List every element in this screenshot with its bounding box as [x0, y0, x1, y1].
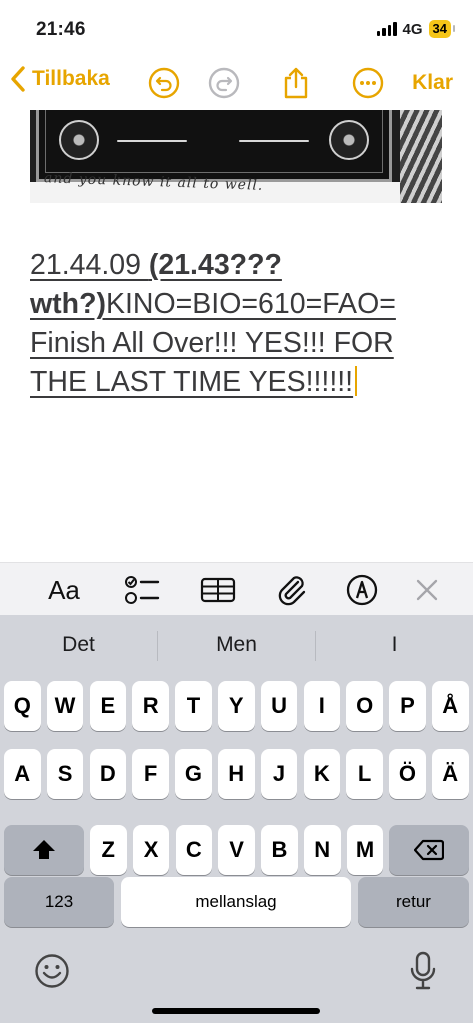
key-row2-6[interactable]: J	[260, 749, 298, 799]
undo-button[interactable]	[147, 66, 181, 100]
table-icon	[200, 577, 236, 603]
key-row1-2[interactable]: E	[89, 681, 127, 731]
key-row2-7[interactable]: K	[303, 749, 341, 799]
key-row3-1[interactable]: X	[132, 825, 170, 875]
backspace-icon	[414, 839, 444, 861]
key-row2-1[interactable]: S	[46, 749, 84, 799]
paperclip-icon	[278, 576, 306, 606]
checklist-button[interactable]	[122, 573, 162, 607]
dictation-button[interactable]	[410, 951, 436, 996]
key-row2-8[interactable]: L	[346, 749, 383, 799]
backspace-key[interactable]	[389, 825, 469, 875]
table-button[interactable]	[198, 573, 238, 607]
skull-ornament-left	[59, 120, 99, 160]
key-row3-0[interactable]: Z	[90, 825, 127, 875]
key-row2-5[interactable]: H	[218, 749, 255, 799]
note-body[interactable]: 21.44.09 (21.43??? wth?)KINO=BIO=610=FAO…	[30, 246, 450, 402]
share-icon	[284, 67, 308, 99]
return-key[interactable]: retur	[358, 877, 469, 927]
microphone-icon	[410, 951, 436, 990]
chevron-left-icon	[11, 66, 25, 92]
more-icon	[352, 67, 384, 99]
numbers-key[interactable]: 123	[4, 877, 114, 927]
key-row1-9[interactable]: P	[389, 681, 426, 731]
key-row2-4[interactable]: G	[175, 749, 212, 799]
battery-indicator: 34	[428, 20, 456, 38]
key-row2-9[interactable]: Ö	[389, 749, 426, 799]
key-row1-1[interactable]: W	[46, 681, 84, 731]
key-row1-3[interactable]: R	[132, 681, 169, 731]
share-button[interactable]	[279, 66, 313, 100]
suggestion-1[interactable]: Det	[0, 633, 157, 657]
text-format-button[interactable]: Aa	[42, 573, 86, 607]
done-button[interactable]: Klar	[412, 71, 453, 95]
suggestion-2[interactable]: Men	[158, 633, 315, 657]
shift-key[interactable]	[4, 825, 84, 875]
key-row2-0[interactable]: A	[4, 749, 41, 799]
back-button[interactable]: Tillbaka	[10, 66, 110, 92]
key-row1-4[interactable]: T	[175, 681, 212, 731]
key-row3-5[interactable]: N	[304, 825, 341, 875]
status-bar: 21:46 4G 34	[0, 0, 473, 58]
undo-icon	[148, 67, 180, 99]
note-timestamp: 21.44.09	[30, 249, 149, 281]
format-toolbar: Aa	[0, 562, 473, 615]
emoji-icon	[35, 954, 69, 988]
flourish-left	[117, 140, 187, 142]
key-row3-2[interactable]: C	[175, 825, 213, 875]
redo-button[interactable]	[207, 66, 241, 100]
image-striped-edge	[400, 110, 442, 203]
redo-icon	[208, 67, 240, 99]
key-row1-7[interactable]: I	[303, 681, 341, 731]
close-toolbar-button[interactable]	[412, 573, 442, 607]
key-row3-3[interactable]: V	[218, 825, 255, 875]
more-button[interactable]	[351, 66, 385, 100]
key-row2-3[interactable]: F	[132, 749, 169, 799]
markup-pen-icon	[346, 574, 378, 606]
flourish-right	[239, 140, 309, 142]
key-row2-2[interactable]: D	[89, 749, 127, 799]
checklist-icon	[125, 576, 160, 604]
attachment-button[interactable]	[272, 573, 312, 607]
key-row3-4[interactable]: B	[261, 825, 298, 875]
key-row1-6[interactable]: U	[260, 681, 298, 731]
cellular-signal-icon	[376, 22, 397, 36]
key-row3-6[interactable]: M	[346, 825, 384, 875]
home-indicator	[152, 1008, 320, 1014]
emoji-button[interactable]	[34, 953, 70, 994]
key-row1-8[interactable]: O	[346, 681, 383, 731]
close-icon	[416, 579, 438, 601]
shift-icon	[33, 840, 55, 859]
skull-ornament-right	[329, 120, 369, 160]
back-label: Tillbaka	[32, 67, 110, 90]
text-cursor	[355, 366, 358, 396]
predictive-bar: Det Men I	[0, 615, 473, 677]
space-key[interactable]: mellanslag	[121, 877, 351, 927]
status-time: 21:46	[36, 19, 86, 40]
markup-button[interactable]	[344, 573, 380, 607]
key-row1-0[interactable]: Q	[4, 681, 41, 731]
keyboard: Det Men I QWERTYUIOPÅ ASDFGHJKLÖÄ ZXCVBN…	[0, 615, 473, 1023]
suggestion-3[interactable]: I	[316, 633, 473, 657]
network-type: 4G	[402, 20, 423, 38]
status-indicators: 4G 34	[376, 20, 456, 38]
key-row1-5[interactable]: Y	[218, 681, 255, 731]
key-row1-10[interactable]: Å	[432, 681, 469, 731]
navigation-bar: Tillbaka Klar	[0, 58, 473, 110]
key-row2-10[interactable]: Ä	[432, 749, 469, 799]
